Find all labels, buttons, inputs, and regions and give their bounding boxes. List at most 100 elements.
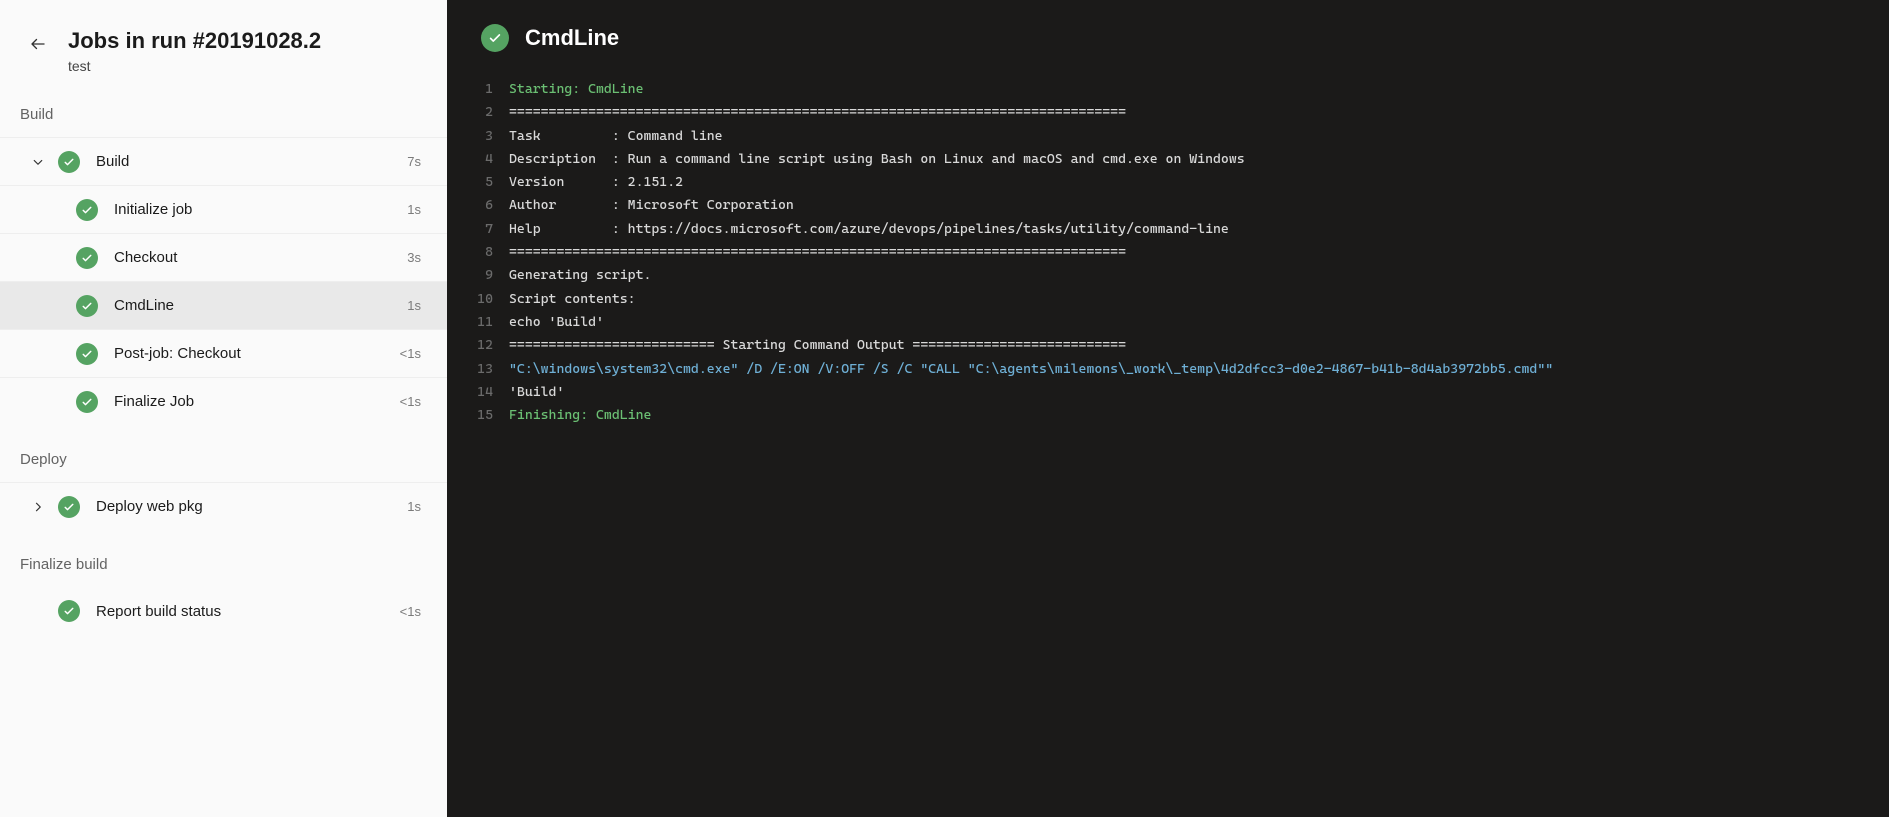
log-line-number: 7 — [447, 218, 509, 241]
log-line: 1Starting: CmdLine — [447, 78, 1889, 101]
step-label: CmdLine — [114, 297, 174, 314]
log-output[interactable]: 1Starting: CmdLine2=====================… — [447, 64, 1889, 427]
step-label: Checkout — [114, 249, 177, 266]
check-icon — [81, 204, 93, 216]
check-icon — [81, 300, 93, 312]
stage-label-build: Build — [0, 80, 447, 137]
status-success-icon — [76, 199, 98, 221]
log-line: 13"C:\windows\system32\cmd.exe" /D /E:ON… — [447, 358, 1889, 381]
log-line: 15Finishing: CmdLine — [447, 404, 1889, 427]
step-label: Post-job: Checkout — [114, 345, 241, 362]
log-line-number: 4 — [447, 148, 509, 171]
log-line: 11echo 'Build' — [447, 311, 1889, 334]
log-line-number: 11 — [447, 311, 509, 334]
log-line-number: 1 — [447, 78, 509, 101]
log-line-number: 2 — [447, 101, 509, 124]
check-icon — [81, 252, 93, 264]
step-row-finalize-job[interactable]: Finalize Job <1s — [0, 377, 447, 425]
step-row-initialize-job[interactable]: Initialize job 1s — [0, 185, 447, 233]
check-icon — [63, 156, 75, 168]
status-success-icon — [76, 247, 98, 269]
log-line-number: 13 — [447, 358, 509, 381]
log-line: 14'Build' — [447, 381, 1889, 404]
chevron-down-icon — [32, 156, 44, 168]
log-line: 10Script contents: — [447, 288, 1889, 311]
log-panel: CmdLine 1Starting: CmdLine2=============… — [447, 0, 1889, 817]
step-duration: <1s — [400, 394, 421, 409]
log-line-number: 10 — [447, 288, 509, 311]
log-line-number: 3 — [447, 125, 509, 148]
status-success-icon — [58, 600, 80, 622]
log-line: 3Task : Command line — [447, 125, 1889, 148]
log-panel-header: CmdLine — [447, 0, 1889, 64]
status-success-icon — [76, 295, 98, 317]
log-line-number: 8 — [447, 241, 509, 264]
log-line-text: "C:\windows\system32\cmd.exe" /D /E:ON /… — [509, 358, 1553, 381]
step-row-cmdline[interactable]: CmdLine 1s — [0, 281, 447, 329]
stage-label-finalize: Finalize build — [0, 530, 447, 587]
step-label: Initialize job — [114, 201, 192, 218]
log-line-text: Task : Command line — [509, 125, 723, 148]
job-row-deploy-web-pkg[interactable]: Deploy web pkg 1s — [0, 482, 447, 530]
log-line: 7Help : https://docs.microsoft.com/azure… — [447, 218, 1889, 241]
step-row-postjob-checkout[interactable]: Post-job: Checkout <1s — [0, 329, 447, 377]
log-line: 6Author : Microsoft Corporation — [447, 194, 1889, 217]
log-line-text: Description : Run a command line script … — [509, 148, 1245, 171]
log-line: 8=======================================… — [447, 241, 1889, 264]
step-duration: 1s — [407, 298, 421, 313]
check-icon — [488, 31, 502, 45]
page-title: Jobs in run #20191028.2 — [68, 28, 321, 54]
header-text: Jobs in run #20191028.2 test — [68, 28, 321, 74]
check-icon — [63, 501, 75, 513]
log-line-text: ========================================… — [509, 241, 1126, 264]
step-duration: <1s — [400, 604, 421, 619]
check-icon — [81, 348, 93, 360]
log-line-text: Starting: CmdLine — [509, 78, 643, 101]
log-line-text: Version : 2.151.2 — [509, 171, 683, 194]
log-line-number: 6 — [447, 194, 509, 217]
log-line: 9Generating script. — [447, 264, 1889, 287]
step-duration: 3s — [407, 250, 421, 265]
job-duration: 1s — [407, 499, 421, 514]
job-label: Deploy web pkg — [96, 498, 203, 515]
log-line-text: Help : https://docs.microsoft.com/azure/… — [509, 218, 1229, 241]
status-success-icon — [76, 343, 98, 365]
step-duration: 1s — [407, 202, 421, 217]
step-label: Finalize Job — [114, 393, 194, 410]
job-row-build[interactable]: Build 7s — [0, 137, 447, 185]
job-duration: 7s — [407, 154, 421, 169]
job-label: Build — [96, 153, 129, 170]
chevron-right-icon — [32, 501, 44, 513]
stage-label-deploy: Deploy — [0, 425, 447, 482]
log-line-text: Author : Microsoft Corporation — [509, 194, 794, 217]
log-line-number: 9 — [447, 264, 509, 287]
log-line-text: Generating script. — [509, 264, 651, 287]
log-line-number: 5 — [447, 171, 509, 194]
arrow-left-icon — [29, 35, 47, 53]
log-line: 5Version : 2.151.2 — [447, 171, 1889, 194]
expand-toggle-build[interactable] — [18, 142, 58, 182]
status-success-icon — [481, 24, 509, 52]
check-icon — [63, 605, 75, 617]
log-line-text: ========================================… — [509, 101, 1126, 124]
log-panel-title: CmdLine — [525, 25, 619, 51]
check-icon — [81, 396, 93, 408]
log-line-text: Finishing: CmdLine — [509, 404, 651, 427]
log-line-text: Script contents: — [509, 288, 636, 311]
step-row-checkout[interactable]: Checkout 3s — [0, 233, 447, 281]
log-line-text: 'Build' — [509, 381, 564, 404]
status-success-icon — [58, 496, 80, 518]
log-line: 12========================== Starting Co… — [447, 334, 1889, 357]
log-line-number: 15 — [447, 404, 509, 427]
step-label: Report build status — [96, 603, 221, 620]
back-button[interactable] — [22, 28, 54, 60]
log-line: 4Description : Run a command line script… — [447, 148, 1889, 171]
step-duration: <1s — [400, 346, 421, 361]
log-line-number: 14 — [447, 381, 509, 404]
log-line-text: echo 'Build' — [509, 311, 604, 334]
jobs-side-panel: Jobs in run #20191028.2 test Build Build… — [0, 0, 447, 817]
step-row-report-build-status[interactable]: Report build status <1s — [0, 587, 447, 635]
log-line-number: 12 — [447, 334, 509, 357]
expand-toggle-deploy[interactable] — [18, 487, 58, 527]
page-subtitle: test — [68, 58, 321, 74]
